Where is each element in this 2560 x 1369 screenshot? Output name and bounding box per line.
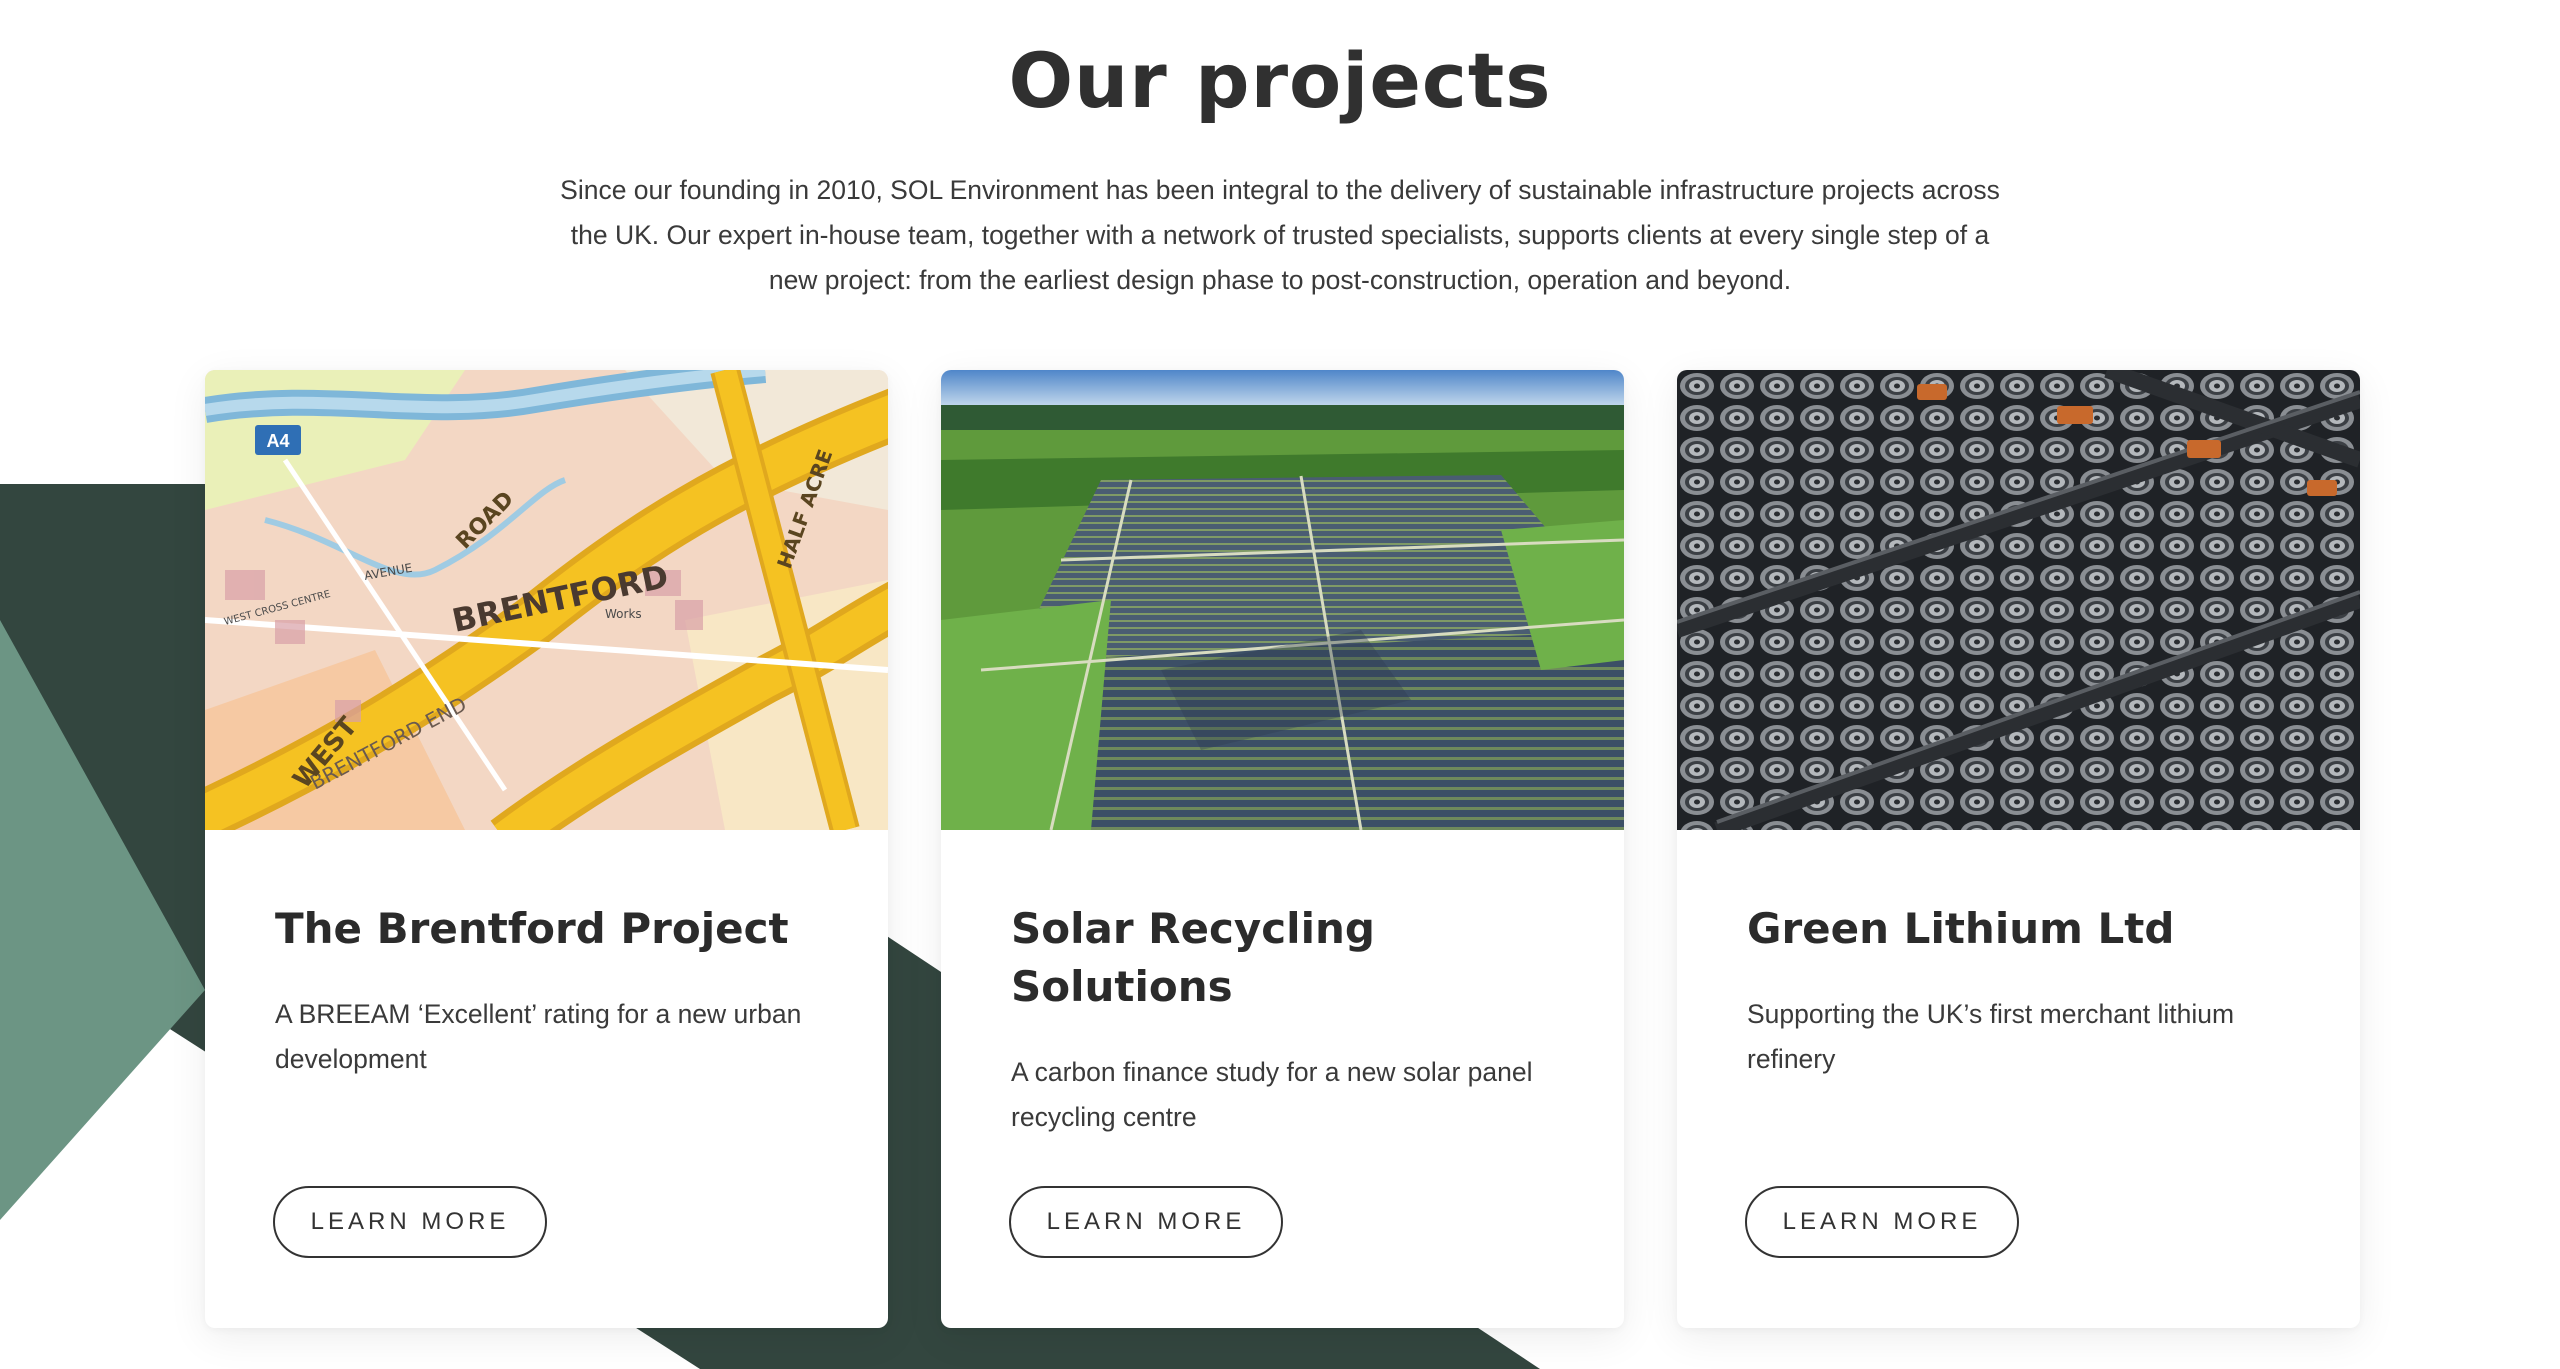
project-card-solar: Solar Recycling Solutions A carbon finan…: [941, 370, 1624, 1328]
solar-farm-illustration: [941, 370, 1624, 830]
sage-green-shape: [0, 620, 205, 1220]
card-description: Supporting the UK’s first merchant lithi…: [1747, 999, 2235, 1074]
card-description: A BREEAM ‘Excellent’ rating for a new ur…: [275, 999, 802, 1074]
project-card-brentford: A4 BRENTFORD BRENTFORD END WEST ROAD HAL…: [205, 370, 888, 1328]
section-title: Our projects: [1008, 36, 1552, 125]
learn-more-button[interactable]: LEARN MORE: [1745, 1186, 2019, 1258]
card-image-battery-cells: [1677, 370, 2360, 830]
map-illustration: A4 BRENTFORD BRENTFORD END WEST ROAD HAL…: [205, 370, 888, 830]
map-label-works: Works: [605, 607, 642, 621]
learn-more-button[interactable]: LEARN MORE: [273, 1186, 547, 1258]
battery-cells-illustration: [1677, 370, 2360, 830]
learn-more-button[interactable]: LEARN MORE: [1009, 1186, 1283, 1258]
card-image-solar-farm: [941, 370, 1624, 830]
projects-section: Our projects Since our founding in 2010,…: [0, 0, 2560, 1369]
card-title: Solar Recycling Solutions: [1011, 904, 1375, 1011]
card-image-map: A4 BRENTFORD BRENTFORD END WEST ROAD HAL…: [205, 370, 888, 830]
project-card-lithium: Green Lithium Ltd Supporting the UK’s fi…: [1677, 370, 2360, 1328]
card-title: Green Lithium Ltd: [1747, 904, 2175, 953]
card-description: A carbon finance study for a new solar p…: [1011, 1057, 1533, 1132]
section-intro: Since our founding in 2010, SOL Environm…: [560, 175, 2000, 295]
map-road-number: A4: [266, 431, 289, 451]
card-title: The Brentford Project: [275, 904, 789, 953]
